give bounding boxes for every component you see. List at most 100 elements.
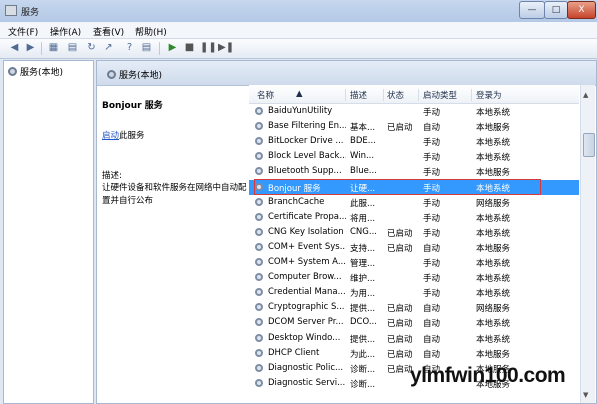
service-cell-desc: 此服... <box>350 198 376 209</box>
service-row[interactable]: BitLocker Drive ... BDE... 手动 本地系统 <box>249 134 579 149</box>
service-cell-desc: 提供... <box>350 334 376 345</box>
service-row[interactable]: Block Level Back... Win... 手动 本地系统 <box>249 149 579 164</box>
service-cell-name: Computer Brow... <box>268 272 342 283</box>
service-gear-icon <box>255 137 263 146</box>
service-row[interactable]: CNG Key Isolation CNG... 已启动 手动 本地系统 <box>249 225 579 240</box>
menu-action[interactable]: 操作(A) <box>50 25 81 38</box>
service-row[interactable]: Certificate Propa... 将用... 手动 本地系统 <box>249 210 579 225</box>
service-gear-icon <box>255 273 263 282</box>
service-cell-desc: 诊断... <box>350 364 376 375</box>
column-divider[interactable] <box>383 89 384 101</box>
service-row[interactable]: DHCP Client 为此... 已启动 自动 本地服务 <box>249 346 579 361</box>
service-gear-icon <box>255 303 263 312</box>
service-cell-logon: 本地系统 <box>476 289 511 300</box>
service-cell-desc: 维护... <box>350 274 376 285</box>
column-header-row: ▲ 名称 描述 状态 启动类型 登录为 <box>249 85 579 104</box>
service-gear-icon <box>255 107 263 115</box>
column-header-name[interactable]: 名称 <box>257 89 274 101</box>
service-cell-status: 已启动 <box>387 319 413 330</box>
service-cell-startup: 手动 <box>423 289 441 300</box>
scroll-up-icon[interactable]: ▲ <box>583 91 588 99</box>
column-divider[interactable] <box>345 89 346 101</box>
selected-service-title: Bonjour 服务 <box>102 101 163 111</box>
column-header-description[interactable]: 描述 <box>350 89 367 101</box>
service-cell-name: Base Filtering En... <box>268 121 346 132</box>
pane-header-label-group: 服务(本地) <box>107 68 162 81</box>
service-gear-icon <box>255 167 263 176</box>
service-gear-icon <box>255 378 263 387</box>
service-row[interactable]: COM+ System A... 管理... 手动 本地系统 <box>249 255 579 270</box>
service-row[interactable]: Base Filtering En... 基本... 已启动 自动 本地服务 <box>249 119 579 134</box>
column-divider[interactable] <box>471 89 472 101</box>
stop-icon[interactable]: ■ <box>183 42 196 54</box>
service-row[interactable]: Computer Brow... 维护... 手动 本地系统 <box>249 270 579 285</box>
service-cell-startup: 手动 <box>423 183 441 194</box>
start-service-line: 启动此服务 <box>102 129 145 141</box>
start-service-link[interactable]: 启动 <box>102 131 119 141</box>
service-cell-startup: 自动 <box>423 123 441 134</box>
toolbar-separator <box>41 42 42 55</box>
column-divider[interactable] <box>418 89 419 101</box>
service-cell-desc: 将用... <box>350 213 376 224</box>
restart-icon[interactable]: ▶❚ <box>218 42 234 54</box>
close-button[interactable]: X <box>567 1 596 19</box>
service-cell-logon: 本地系统 <box>476 319 511 330</box>
description-label: 描述: <box>102 171 122 181</box>
help-icon[interactable]: ? <box>123 42 136 54</box>
start-service-suffix: 此服务 <box>119 131 145 141</box>
service-row[interactable]: BranchCache 此服... 手动 网络服务 <box>249 195 579 210</box>
minimize-button[interactable]: — <box>519 1 545 19</box>
scroll-down-icon[interactable]: ▼ <box>583 391 588 399</box>
service-gear-icon <box>255 348 263 357</box>
service-row[interactable]: COM+ Event Sys... 支持... 已启动 自动 本地服务 <box>249 240 579 255</box>
pane-header: 服务(本地) <box>97 61 596 86</box>
column-header-status[interactable]: 状态 <box>387 89 404 101</box>
service-cell-logon: 网络服务 <box>476 304 511 315</box>
service-gear-icon <box>255 182 263 191</box>
service-cell-startup: 手动 <box>423 168 441 179</box>
service-cell-logon: 本地系统 <box>476 183 511 194</box>
console-icon[interactable]: ▤ <box>140 42 153 54</box>
service-cell-startup: 手动 <box>423 274 441 285</box>
tree-item-services-local[interactable]: 服务(本地) <box>8 65 63 78</box>
service-cell-logon: 本地系统 <box>476 213 511 224</box>
pane-header-title: 服务(本地) <box>119 71 163 81</box>
service-cell-logon: 本地系统 <box>476 228 511 239</box>
service-row[interactable]: DCOM Server Pr... DCO... 已启动 自动 本地系统 <box>249 315 579 330</box>
service-cell-startup: 手动 <box>423 198 441 209</box>
column-header-startup-type[interactable]: 启动类型 <box>423 89 457 101</box>
menu-help[interactable]: 帮助(H) <box>135 25 167 38</box>
service-cell-logon: 本地系统 <box>476 153 511 164</box>
service-row[interactable]: BaiduYunUtility 手动 本地系统 <box>249 104 579 119</box>
service-cell-desc: BDE... <box>350 136 376 147</box>
service-row[interactable]: Desktop Windo... 提供... 已启动 自动 本地系统 <box>249 331 579 346</box>
export-icon[interactable]: ↗ <box>102 42 115 54</box>
service-row[interactable]: Bluetooth Supp... Blue... 手动 本地服务 <box>249 164 579 179</box>
service-cell-desc: 管理... <box>350 259 376 269</box>
back-icon[interactable]: ◀ <box>8 42 21 54</box>
service-cell-logon: 本地系统 <box>476 138 511 149</box>
service-gear-icon <box>255 288 263 297</box>
service-gear-icon <box>255 242 263 251</box>
service-row[interactable]: Credential Mana... 为用... 手动 本地系统 <box>249 285 579 300</box>
scrollbar-thumb[interactable] <box>583 133 595 157</box>
service-cell-name: CNG Key Isolation <box>268 226 344 237</box>
refresh-icon[interactable]: ↻ <box>85 42 98 54</box>
service-cell-status: 已启动 <box>387 243 413 254</box>
maximize-button[interactable]: □ <box>544 1 568 19</box>
service-gear-icon <box>255 212 263 221</box>
vertical-scrollbar[interactable]: ▲ ▼ <box>580 85 595 403</box>
menu-view[interactable]: 查看(V) <box>93 25 124 38</box>
pause-icon[interactable]: ❚❚ <box>200 42 217 54</box>
forward-icon[interactable]: ▶ <box>24 42 37 54</box>
service-row[interactable]: Bonjour 服务 让硬... 手动 本地系统 <box>249 179 579 195</box>
service-cell-logon: 本地系统 <box>476 334 511 345</box>
service-cell-name: COM+ System A... <box>268 257 346 267</box>
menu-file[interactable]: 文件(F) <box>8 25 38 38</box>
column-header-logon-as[interactable]: 登录为 <box>476 89 502 101</box>
start-icon[interactable]: ▶ <box>166 42 179 54</box>
properties-icon[interactable]: ▤ <box>66 42 79 54</box>
console-tree-icon[interactable]: ▦ <box>47 42 60 54</box>
service-row[interactable]: Cryptographic S... 提供... 已启动 自动 网络服务 <box>249 300 579 315</box>
service-cell-logon: 本地系统 <box>476 274 511 285</box>
